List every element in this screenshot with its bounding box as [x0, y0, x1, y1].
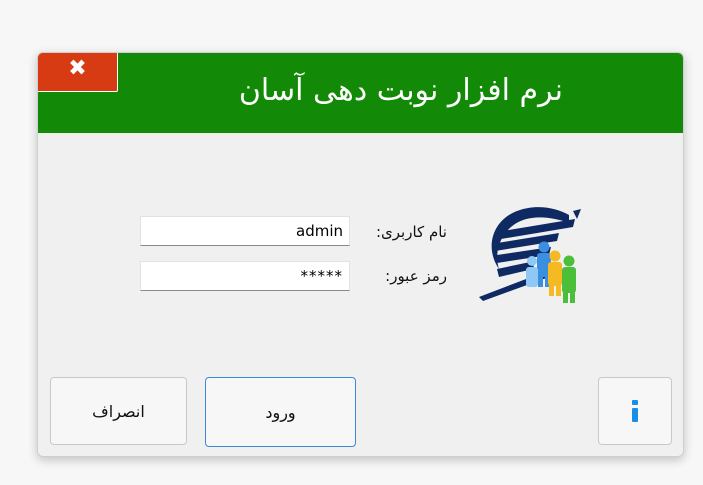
login-dialog: ✖ نرم افزار نوبت دهی آسان نام کاربری: رم… — [37, 52, 684, 457]
window-title: نرم افزار نوبت دهی آسان — [238, 73, 563, 108]
close-button[interactable]: ✖ — [38, 53, 118, 92]
cancel-button[interactable]: انصراف — [50, 377, 187, 445]
login-button[interactable]: ورود — [205, 377, 356, 447]
password-label: رمز عبور: — [385, 267, 447, 285]
info-button[interactable] — [598, 377, 672, 445]
info-icon — [632, 400, 638, 422]
cancel-label: انصراف — [92, 401, 145, 421]
close-icon: ✖ — [68, 56, 87, 81]
username-field[interactable] — [140, 216, 350, 246]
title-bar: ✖ نرم افزار نوبت دهی آسان — [38, 53, 683, 133]
queue-people-logo — [479, 207, 581, 303]
login-label: ورود — [265, 402, 296, 422]
username-label: نام کاربری: — [375, 223, 447, 241]
password-field[interactable] — [140, 261, 350, 291]
